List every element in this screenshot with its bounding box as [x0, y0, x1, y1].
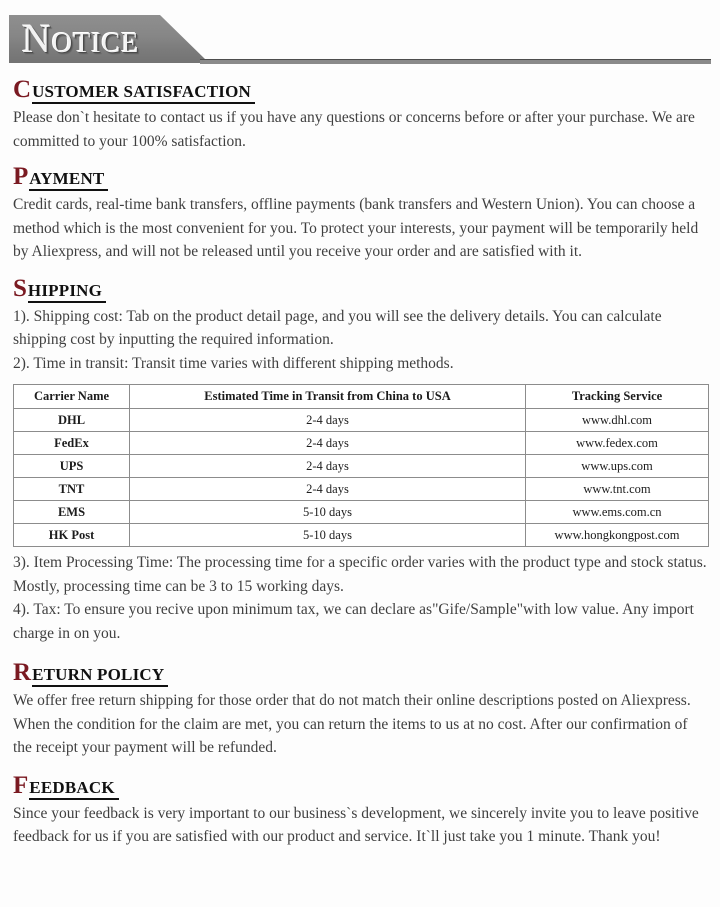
table-row: TNT 2-4 days www.tnt.com — [13, 477, 709, 501]
banner-rule — [200, 59, 711, 64]
table-row: UPS 2-4 days www.ups.com — [13, 454, 709, 478]
banner-title: Notice — [22, 16, 140, 61]
cell-carrier: TNT — [13, 477, 130, 501]
cell-transit: 2-4 days — [129, 454, 526, 478]
paragraph-payment: Credit cards, real-time bank transfers, … — [13, 196, 699, 260]
cell-transit: 5-10 days — [129, 500, 526, 524]
section-payment: PAYMENT Credit cards, real-time bank tra… — [13, 163, 708, 264]
cell-tracking: www.dhl.com — [525, 408, 709, 432]
heading-text: AYMENT — [29, 169, 109, 191]
table-row: DHL 2-4 days www.dhl.com — [13, 408, 709, 432]
cell-transit: 2-4 days — [129, 477, 526, 501]
dropcap-letter: P — [13, 163, 29, 190]
table-row: FedEx 2-4 days www.fedex.com — [13, 431, 709, 455]
section-feedback: FEEDBACK Since your feedback is very imp… — [13, 771, 708, 849]
section-customer-satisfaction: CUSTOMER SATISFACTION Please don`t hesit… — [13, 76, 708, 153]
cell-tracking: www.hongkongpost.com — [525, 523, 709, 547]
heading-payment: PAYMENT — [13, 163, 708, 191]
paragraph-return-policy: We offer free return shipping for those … — [13, 692, 691, 756]
heading-feedback: FEEDBACK — [13, 771, 708, 800]
cell-tracking: www.ems.com.cn — [525, 500, 709, 524]
shipping-table-wrapper: Carrier Name Estimated Time in Transit f… — [13, 384, 709, 547]
section-shipping: SHIPPING 1). Shipping cost: Tab on the p… — [13, 274, 709, 646]
shipping-table: Carrier Name Estimated Time in Transit f… — [13, 384, 709, 547]
column-header-estimated-time: Estimated Time in Transit from China to … — [129, 384, 526, 409]
cell-carrier: HK Post — [13, 523, 130, 547]
table-row: HK Post 5-10 days www.hongkongpost.com — [13, 523, 709, 547]
dropcap-letter: C — [13, 76, 32, 103]
dropcap-letter: R — [13, 659, 32, 686]
cell-tracking: www.fedex.com — [525, 431, 709, 455]
heading-text: ETURN POLICY — [32, 665, 169, 687]
table-header: Carrier Name Estimated Time in Transit f… — [13, 384, 709, 409]
table-header-row: Carrier Name Estimated Time in Transit f… — [13, 384, 709, 409]
notice-page: Notice CUSTOMER SATISFACTION Please don`… — [0, 0, 720, 907]
heading-customer-satisfaction: CUSTOMER SATISFACTION — [13, 76, 708, 104]
paragraph-feedback: Since your feedback is very important to… — [13, 804, 699, 846]
heading-return-policy: RETURN POLICY — [13, 659, 708, 687]
heading-shipping: SHIPPING — [13, 274, 708, 303]
notice-banner: Notice — [0, 0, 720, 72]
cell-carrier: FedEx — [13, 431, 130, 455]
dropcap-letter: F — [13, 771, 29, 799]
heading-text: HIPPING — [27, 280, 107, 303]
shipping-line-1: 1). Shipping cost: Tab on the product de… — [13, 307, 662, 349]
cell-carrier: DHL — [13, 408, 130, 432]
table-row: EMS 5-10 days www.ems.com.cn — [13, 500, 709, 524]
column-header-tracking-service: Tracking Service — [525, 384, 709, 409]
cell-carrier: EMS — [13, 500, 130, 524]
shipping-line-4: 4). Tax: To ensure you recive upon minim… — [13, 601, 694, 642]
cell-tracking: www.ups.com — [525, 454, 709, 478]
cell-carrier: UPS — [13, 454, 130, 478]
section-return-policy: RETURN POLICY We offer free return shipp… — [13, 659, 708, 760]
heading-text: USTOMER SATISFACTION — [32, 82, 255, 104]
shipping-line-2: 2). Time in transit: Transit time varies… — [13, 354, 454, 372]
shipping-line-3: 3). Item Processing Time: The processing… — [13, 554, 707, 595]
cell-tracking: www.tnt.com — [525, 477, 709, 501]
paragraph-customer-satisfaction: Please don`t hesitate to contact us if y… — [13, 109, 695, 150]
cell-transit: 2-4 days — [129, 408, 526, 432]
heading-text: EEDBACK — [29, 777, 119, 800]
cell-transit: 2-4 days — [129, 431, 526, 455]
table-body: DHL 2-4 days www.dhl.com FedEx 2-4 days … — [13, 408, 709, 547]
column-header-carrier-name: Carrier Name — [13, 384, 130, 409]
notice-content: CUSTOMER SATISFACTION Please don`t hesit… — [0, 76, 720, 849]
dropcap-letter: S — [13, 274, 27, 302]
cell-transit: 5-10 days — [129, 523, 526, 547]
